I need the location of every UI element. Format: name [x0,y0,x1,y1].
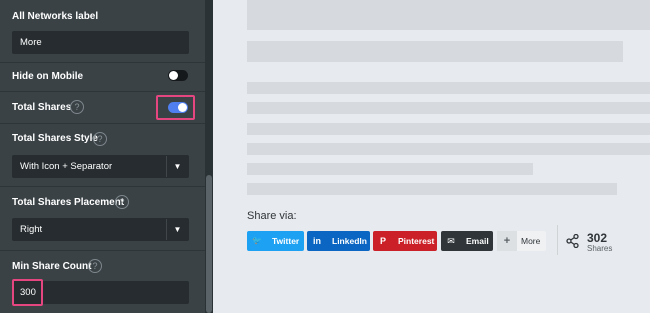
share-button-label: Email [466,236,489,246]
total-shares-placement-value: Right [20,224,43,235]
linkedin-icon: in [313,236,321,246]
share-button-label: More [521,236,541,246]
total-shares-label: Total Shares [12,102,72,113]
total-shares-toggle-highlight [156,95,195,120]
share-via-label: Share via: [247,210,297,222]
hide-on-mobile-toggle[interactable] [168,70,188,81]
share-count-label: Shares [587,244,613,253]
total-shares-style-help-icon[interactable]: ? [93,132,107,146]
setting-total-shares-style: Total Shares Style ? With Icon + Separat… [0,124,205,187]
placeholder-line [247,163,533,175]
min-share-count-help-icon[interactable]: ? [88,259,102,273]
setting-total-shares-placement: Total Shares Placement ? Right ▼ [0,187,205,251]
setting-hide-on-mobile: Hide on Mobile [0,63,205,92]
share-button-email[interactable]: ✉ Email [441,231,493,251]
email-icon: ✉ [447,236,455,246]
scrollbar-thumb[interactable] [206,175,212,313]
all-networks-label-title: All Networks label [12,11,99,22]
twitter-icon: 🐦 [252,236,262,245]
total-shares-style-label: Total Shares Style [12,133,98,144]
total-shares-style-select[interactable]: With Icon + Separator ▼ [12,155,189,178]
share-button-linkedin[interactable]: in LinkedIn [307,231,370,251]
total-shares-placement-label: Total Shares Placement [12,197,125,208]
total-shares-help-icon[interactable]: ? [70,100,84,114]
placeholder-line [247,102,650,114]
share-button-twitter[interactable]: 🐦 Twitter [247,231,304,251]
settings-panel: All Networks label More Hide on Mobile T… [0,0,205,313]
placeholder-line [247,123,650,135]
placeholder-line [247,41,623,62]
share-count-value: 302 [587,231,608,245]
share-button-label: Pinterest [398,236,435,246]
all-networks-label-input[interactable]: More [12,31,189,54]
share-button-pinterest[interactable]: P Pinterest [373,231,437,251]
share-icon [566,234,579,248]
placeholder-line [247,143,650,155]
total-shares-placement-help-icon[interactable]: ? [115,195,129,209]
share-button-label: LinkedIn [332,236,367,246]
min-share-count-label: Min Share Count [12,261,92,272]
min-share-count-highlight [12,279,43,306]
share-button-more[interactable]: + More [497,231,546,251]
hide-on-mobile-label: Hide on Mobile [12,71,84,82]
total-shares-placement-select[interactable]: Right ▼ [12,218,189,241]
placeholder-line [247,82,650,94]
placeholder-line [247,183,617,195]
plus-icon: + [497,231,517,251]
chevron-down-icon[interactable]: ▼ [166,156,188,177]
setting-all-networks-label: All Networks label More [0,0,205,63]
chevron-down-icon[interactable]: ▼ [166,219,188,240]
share-count-divider [557,225,558,255]
panel-scrollbar[interactable] [205,0,213,313]
total-shares-style-value: With Icon + Separator [20,161,113,172]
pinterest-icon: P [379,236,386,246]
placeholder-line [247,0,650,30]
share-button-label: Twitter [272,236,300,246]
